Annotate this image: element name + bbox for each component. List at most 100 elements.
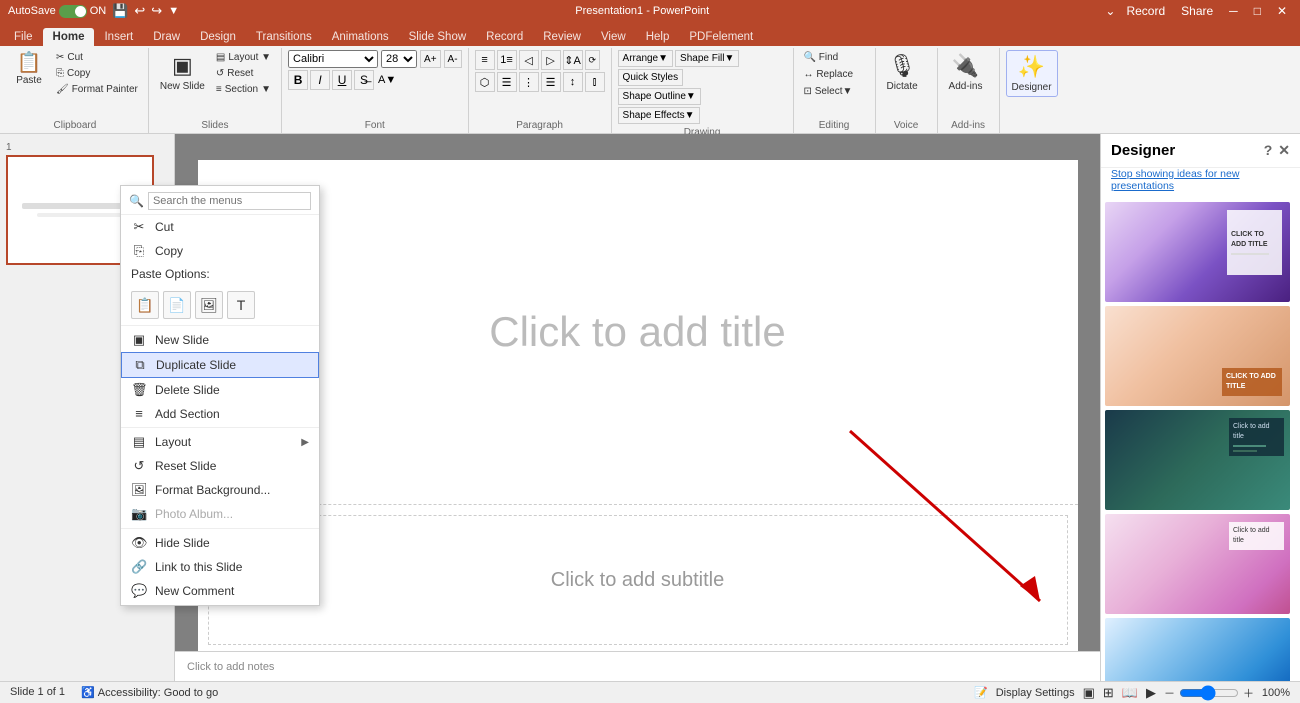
- numbering-button[interactable]: 1≡: [497, 50, 517, 70]
- addins-button[interactable]: 🔌 Add-ins: [944, 50, 988, 95]
- tab-animations[interactable]: Animations: [322, 28, 399, 46]
- font-color-button[interactable]: A▼: [376, 72, 398, 88]
- ctx-delete-slide-item[interactable]: 🗑 Delete Slide: [121, 378, 319, 402]
- autosave-toggle[interactable]: [59, 5, 87, 18]
- underline-button[interactable]: U: [332, 70, 352, 90]
- close-button[interactable]: ✕: [1272, 3, 1292, 19]
- tab-view[interactable]: View: [591, 28, 636, 46]
- slide-view-presenter[interactable]: ▶: [1146, 685, 1156, 701]
- font-size-select[interactable]: 28: [381, 50, 417, 68]
- notes-placeholder[interactable]: Click to add notes: [187, 661, 274, 673]
- zoom-out-button[interactable]: －: [1164, 685, 1175, 701]
- strikethrough-button[interactable]: S̶: [354, 70, 374, 90]
- accessibility-status[interactable]: ♿ Accessibility: Good to go: [81, 686, 218, 699]
- record-button[interactable]: Record: [1121, 3, 1170, 19]
- layout-button[interactable]: ▤Layout ▼: [212, 50, 275, 65]
- notes-button[interactable]: 📝: [974, 686, 988, 699]
- undo-icon[interactable]: ↩: [134, 3, 145, 19]
- ctx-hide-slide-item[interactable]: 👁 Hide Slide: [121, 531, 319, 555]
- section-button[interactable]: ≡ Section ▼: [212, 82, 275, 97]
- slide-subtitle-area[interactable]: Click to add subtitle: [208, 515, 1068, 645]
- copy-button[interactable]: ⎘ Copy: [52, 66, 142, 81]
- shape-effects-button[interactable]: Shape Effects▼: [618, 107, 700, 124]
- ctx-layout-item[interactable]: ▤ Layout ▶: [121, 430, 319, 454]
- tab-design[interactable]: Design: [190, 28, 246, 46]
- ribbon-collapse-icon[interactable]: ⌄: [1105, 4, 1115, 18]
- slide-title-area[interactable]: Click to add title: [198, 160, 1078, 505]
- align-center-button[interactable]: ☰: [497, 72, 517, 92]
- context-search-input[interactable]: [148, 192, 311, 210]
- zoom-level[interactable]: 100%: [1258, 687, 1290, 699]
- line-spacing-button[interactable]: ↕: [563, 72, 583, 92]
- paste-icon-2[interactable]: 📄: [163, 291, 191, 319]
- find-button[interactable]: 🔍 Find: [800, 50, 843, 65]
- ctx-link-item[interactable]: 🔗 Link to this Slide: [121, 555, 319, 579]
- shape-fill-button[interactable]: Shape Fill▼: [675, 50, 739, 67]
- design-thumb-3[interactable]: Click to add title: [1105, 410, 1290, 510]
- font-increase-button[interactable]: A+: [420, 50, 441, 68]
- align-left-button[interactable]: ⬡: [475, 72, 495, 92]
- text-direction-button[interactable]: ⇕A: [563, 50, 583, 70]
- bold-button[interactable]: B: [288, 70, 308, 90]
- align-right-button[interactable]: ⋮: [519, 72, 539, 92]
- indent-increase-button[interactable]: ▷: [541, 50, 561, 70]
- tab-record[interactable]: Record: [476, 28, 533, 46]
- convert-smartart-button[interactable]: ⟳: [585, 50, 601, 70]
- tab-home[interactable]: Home: [43, 28, 95, 46]
- format-painter-button[interactable]: 🖌 Format Painter: [52, 82, 142, 97]
- paste-icon-1[interactable]: 📋: [131, 291, 159, 319]
- redo-icon[interactable]: ↪: [151, 3, 162, 19]
- tab-draw[interactable]: Draw: [143, 28, 190, 46]
- paste-button[interactable]: 📋 Paste: [8, 50, 50, 89]
- display-settings-button[interactable]: Display Settings: [996, 687, 1075, 699]
- designer-close-icon[interactable]: ✕: [1278, 142, 1290, 159]
- ctx-reset-slide-item[interactable]: ↺ Reset Slide: [121, 454, 319, 478]
- design-thumb-4[interactable]: Click to add title: [1105, 514, 1290, 614]
- quick-styles-button[interactable]: Quick Styles: [618, 69, 684, 86]
- ctx-new-slide-item[interactable]: ▣ New Slide: [121, 328, 319, 352]
- more-icon[interactable]: ▼: [168, 5, 179, 17]
- designer-help-icon[interactable]: ?: [1264, 142, 1273, 159]
- select-button[interactable]: ⊡ Select▼: [800, 84, 857, 99]
- ctx-add-section-item[interactable]: ≡ Add Section: [121, 402, 319, 425]
- font-decrease-button[interactable]: A-: [444, 50, 462, 68]
- column-button[interactable]: ⫾: [585, 72, 605, 92]
- design-thumb-5[interactable]: CLICK TO ADD TITLE: [1105, 618, 1290, 681]
- tab-insert[interactable]: Insert: [94, 28, 143, 46]
- new-slide-button[interactable]: ▣ New Slide: [155, 50, 210, 95]
- replace-button[interactable]: ↔ Replace: [800, 67, 857, 82]
- indent-decrease-button[interactable]: ◁: [519, 50, 539, 70]
- design-thumb-2[interactable]: CLICK TO ADD TITLE: [1105, 306, 1290, 406]
- slide-view-reading[interactable]: 📖: [1122, 685, 1138, 701]
- tab-slideshow[interactable]: Slide Show: [399, 28, 477, 46]
- designer-ribbon-button[interactable]: ✨ Designer: [1006, 50, 1058, 97]
- ctx-format-bg-item[interactable]: 🖼 Format Background...: [121, 478, 319, 502]
- dictate-button[interactable]: 🎙 Dictate: [882, 50, 923, 95]
- tab-file[interactable]: File: [4, 28, 43, 46]
- slide-view-slidesorter[interactable]: ⊞: [1103, 685, 1114, 701]
- paste-icon-4[interactable]: T: [227, 291, 255, 319]
- zoom-in-button[interactable]: ＋: [1243, 685, 1254, 701]
- zoom-slider[interactable]: [1179, 687, 1239, 699]
- text-align-button[interactable]: ☰: [541, 72, 561, 92]
- tab-help[interactable]: Help: [636, 28, 680, 46]
- shape-outline-button[interactable]: Shape Outline▼: [618, 88, 701, 105]
- ctx-new-comment-item[interactable]: 💬 New Comment: [121, 579, 319, 603]
- save-icon[interactable]: 💾: [112, 3, 128, 19]
- italic-button[interactable]: I: [310, 70, 330, 90]
- arrange-button[interactable]: Arrange▼: [618, 50, 673, 67]
- bullet-list-button[interactable]: ≡: [475, 50, 495, 70]
- share-button[interactable]: Share: [1176, 3, 1218, 19]
- cut-button[interactable]: ✂ Cut: [52, 50, 142, 65]
- slide-view-normal[interactable]: ▣: [1083, 685, 1095, 701]
- minimize-button[interactable]: ─: [1224, 3, 1243, 19]
- ctx-copy-item[interactable]: ⎘ Copy: [121, 239, 319, 263]
- tab-review[interactable]: Review: [533, 28, 591, 46]
- designer-link[interactable]: Stop showing ideas for new presentations: [1101, 168, 1300, 198]
- tab-transitions[interactable]: Transitions: [246, 28, 322, 46]
- paste-icon-3[interactable]: 🖼: [195, 291, 223, 319]
- maximize-button[interactable]: □: [1249, 3, 1266, 19]
- tab-pdfelement[interactable]: PDFelement: [679, 28, 763, 46]
- font-family-select[interactable]: Calibri: [288, 50, 378, 68]
- design-thumb-1[interactable]: CLICK TO ADD TITLE: [1105, 202, 1290, 302]
